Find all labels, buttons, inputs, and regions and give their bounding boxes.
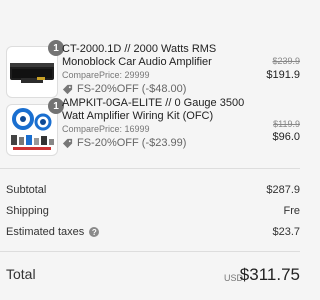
discount-text: FS-20%OFF (-$48.00) bbox=[77, 83, 187, 95]
taxes-label: Estimated taxes bbox=[6, 226, 85, 238]
total-value: $311.75 bbox=[239, 265, 300, 284]
discount-line: FS-20%OFF (-$23.99) bbox=[62, 137, 262, 149]
tag-icon bbox=[62, 84, 73, 94]
compare-price: ComparePrice: 16999 bbox=[62, 124, 150, 134]
total-label: Total bbox=[6, 266, 36, 282]
original-price: $119.9 bbox=[273, 119, 300, 129]
compare-price: ComparePrice: 29999 bbox=[62, 70, 150, 80]
original-price: $239.9 bbox=[272, 56, 300, 66]
item-price: $96.0 bbox=[272, 131, 300, 143]
shipping-value: Fre bbox=[283, 205, 301, 217]
discount-line: FS-20%OFF (-$48.00) bbox=[62, 83, 262, 95]
taxes-value: $23.7 bbox=[272, 226, 300, 238]
item-price: $191.9 bbox=[266, 69, 300, 81]
shipping-row: Shipping Fre bbox=[6, 205, 300, 217]
item-name: AMPKIT-0GA-ELITE // 0 Gauge 3500 Watt Am… bbox=[62, 97, 245, 122]
amplifier-image bbox=[10, 63, 54, 83]
discount-text: FS-20%OFF (-$23.99) bbox=[77, 137, 187, 149]
subtotal-value: $287.9 bbox=[266, 184, 300, 196]
item-info: AMPKIT-0GA-ELITE // 0 Gauge 3500 Watt Am… bbox=[62, 97, 262, 149]
product-thumbnail: 1 bbox=[6, 40, 64, 98]
item-info: CT-2000.1D // 2000 Watts RMS Monoblock C… bbox=[62, 43, 262, 95]
item-name: CT-2000.1D // 2000 Watts RMS Monoblock C… bbox=[62, 43, 217, 68]
subtotal-label: Subtotal bbox=[6, 184, 47, 196]
wiring-kit-image bbox=[11, 108, 54, 150]
question-icon[interactable]: ? bbox=[89, 227, 100, 238]
tag-icon bbox=[62, 138, 73, 148]
divider bbox=[0, 168, 300, 169]
product-thumbnail: 1 bbox=[6, 98, 64, 156]
shipping-label: Shipping bbox=[6, 205, 49, 217]
divider bbox=[0, 251, 300, 252]
subtotal-row: Subtotal $287.9 bbox=[6, 184, 300, 196]
taxes-row: Estimated taxes ? $23.7 bbox=[6, 226, 300, 238]
